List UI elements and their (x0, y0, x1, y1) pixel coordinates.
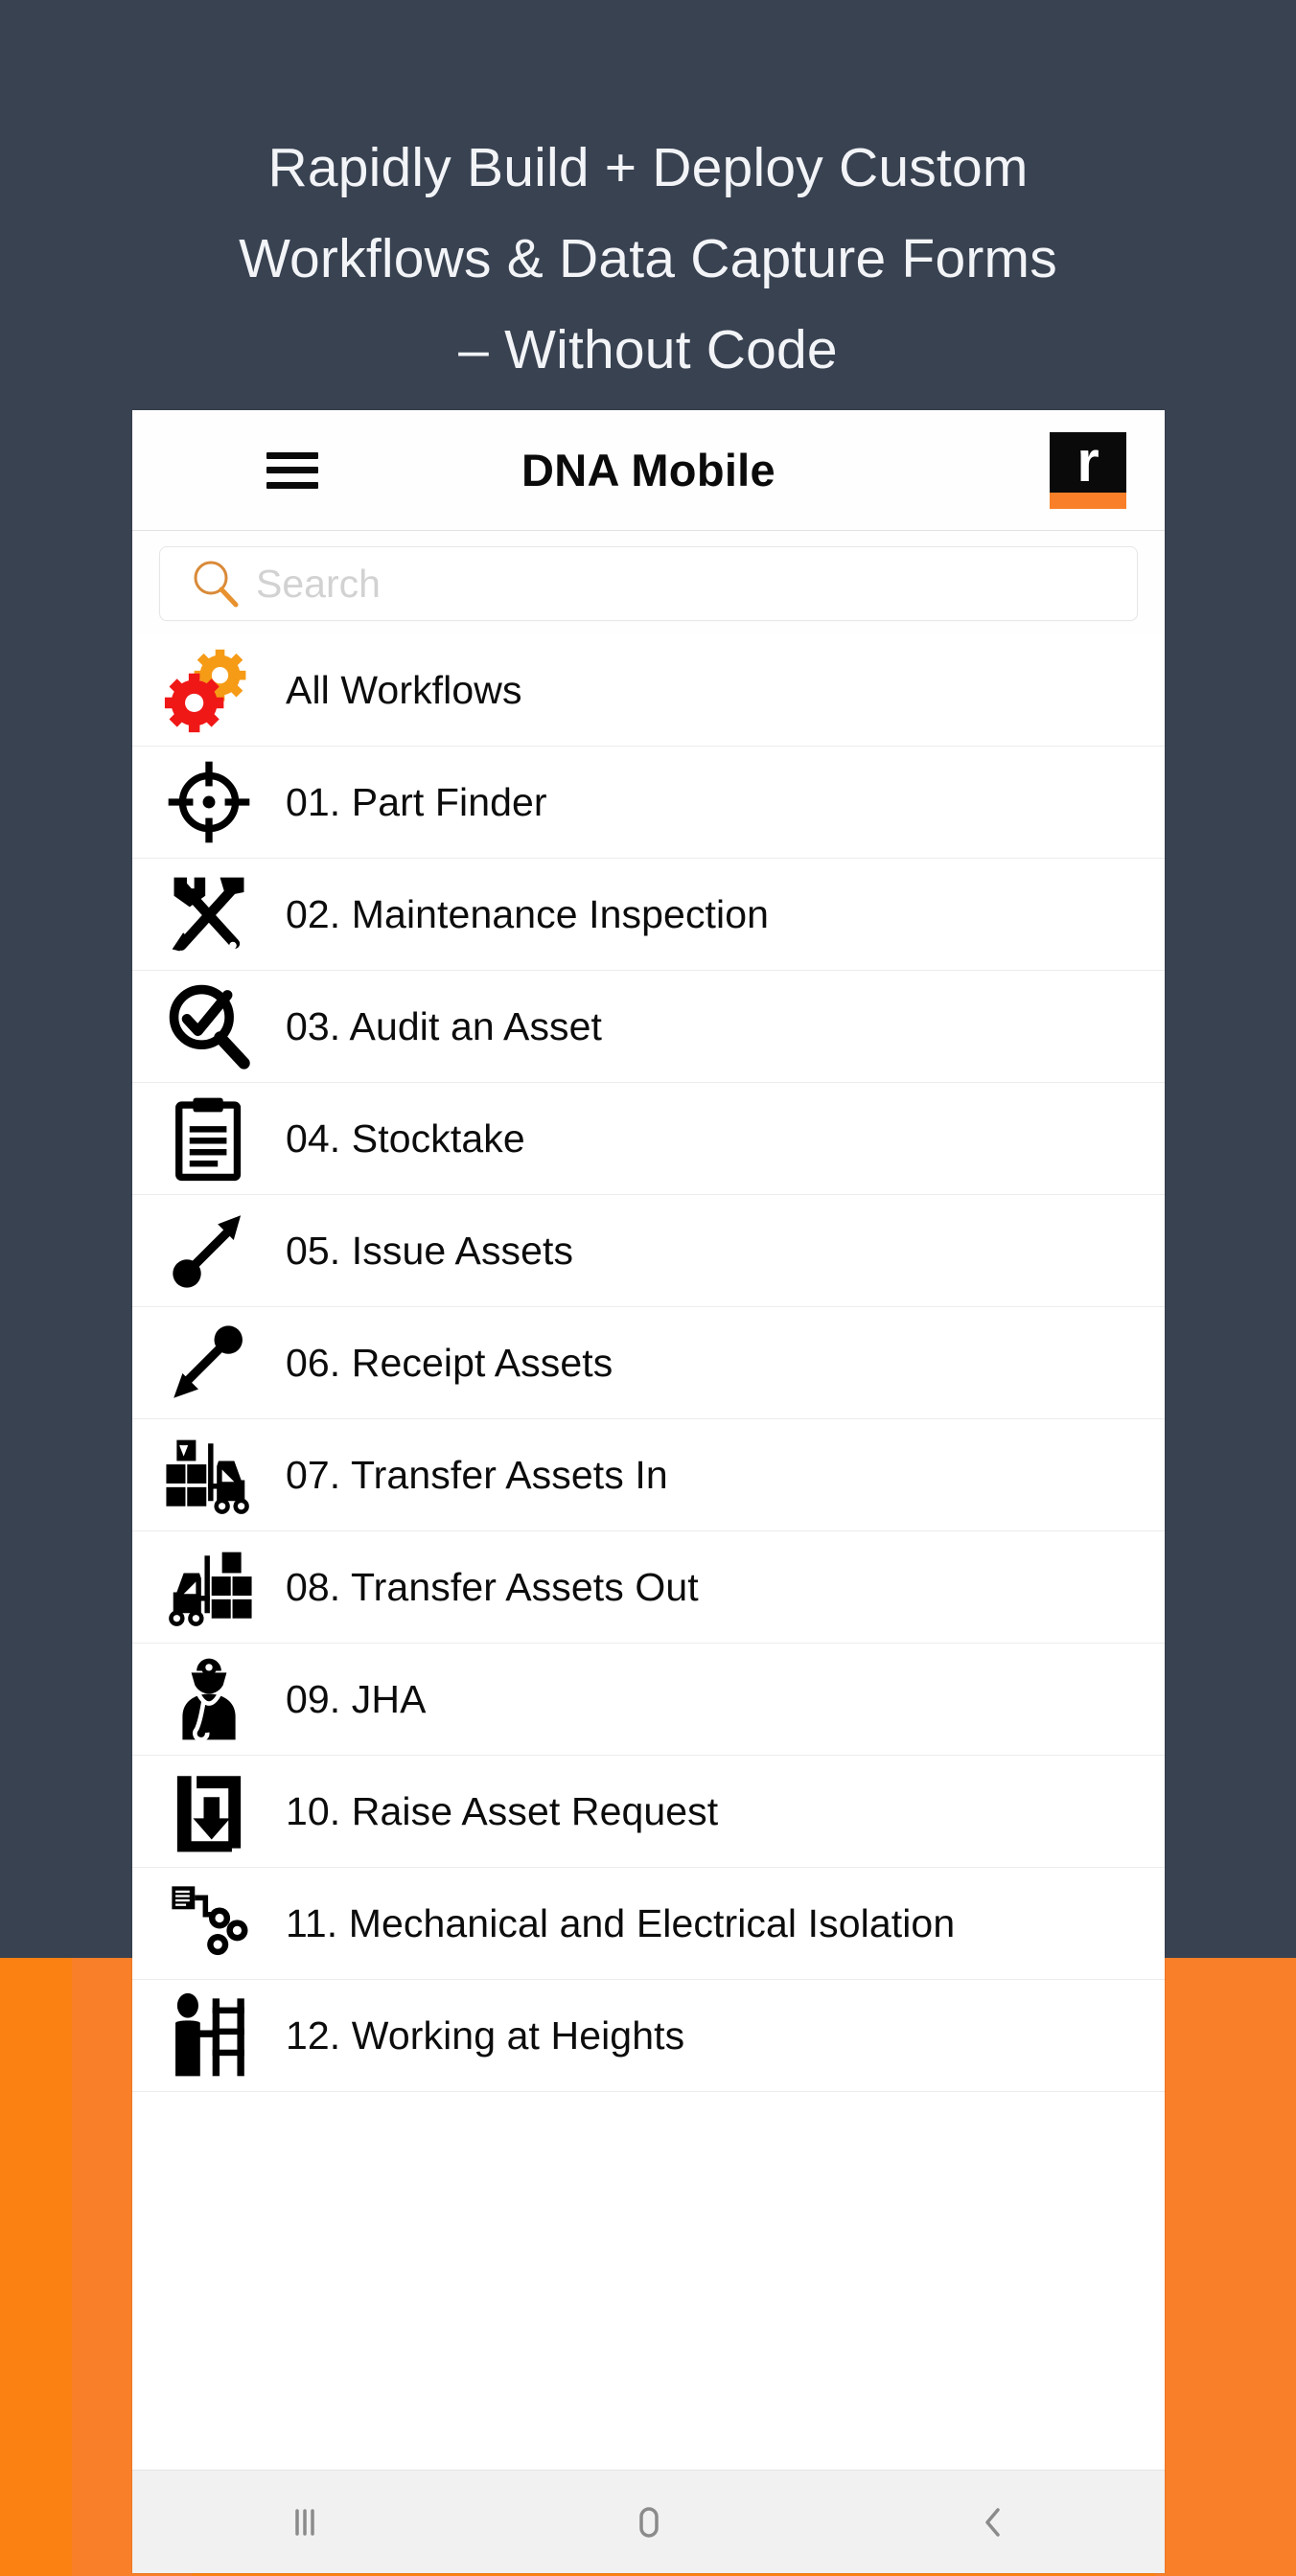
list-item-label: 04. Stocktake (286, 1116, 525, 1161)
list-item-label: 05. Issue Assets (286, 1228, 574, 1273)
list-item-label: 02. Maintenance Inspection (286, 891, 770, 936)
list-item-label: 01. Part Finder (286, 779, 547, 824)
list-item[interactable]: 01. Part Finder (132, 747, 1165, 859)
list-item[interactable]: All Workflows (132, 634, 1165, 747)
brand-logo: r (1050, 431, 1126, 509)
hamburger-icon[interactable] (266, 451, 318, 489)
list-item-label: 12. Working at Heights (286, 2012, 685, 2058)
wrench-screwdriver-icon (132, 866, 286, 962)
list-item[interactable]: 05. Issue Assets (132, 1195, 1165, 1307)
android-nav-bar (132, 2470, 1165, 2573)
page-headline: Rapidly Build + Deploy Custom Workflows … (239, 137, 1057, 380)
gears-icon (132, 642, 286, 738)
download-box-icon (132, 1763, 286, 1859)
list-item[interactable]: 02. Maintenance Inspection (132, 859, 1165, 971)
list-item[interactable]: 11. Mechanical and Electrical Isolation (132, 1868, 1165, 1980)
arrow-in-icon (132, 1315, 286, 1411)
workflow-list: All Workflows 01. Part Finder 02. Mainte… (132, 634, 1165, 2092)
forklift-out-icon (132, 1539, 286, 1635)
search-area (132, 531, 1165, 634)
list-item-label: 03. Audit an Asset (286, 1003, 603, 1048)
logo-letter: r (1076, 431, 1099, 494)
crosshair-target-icon (132, 754, 286, 850)
list-item[interactable]: 07. Transfer Assets In (132, 1419, 1165, 1531)
list-item[interactable]: 03. Audit an Asset (132, 971, 1165, 1083)
list-item-label: 06. Receipt Assets (286, 1340, 613, 1385)
search-input[interactable] (256, 561, 1137, 607)
list-item-label: 09. JHA (286, 1676, 427, 1721)
list-item-label: 07. Transfer Assets In (286, 1452, 668, 1497)
logo-orange-bar (1050, 492, 1126, 509)
phone-mockup: DNA Mobile r Search All Workflows 01. Pa… (132, 410, 1165, 2573)
search-box[interactable] (159, 546, 1138, 621)
list-item[interactable]: 12. Working at Heights (132, 1980, 1165, 2092)
magnifier-check-icon (132, 978, 286, 1074)
orange-stripe-right (1155, 1958, 1296, 2576)
recent-apps-icon[interactable] (247, 2489, 362, 2556)
list-item-label: 08. Transfer Assets Out (286, 1564, 699, 1609)
list-item[interactable]: 06. Receipt Assets (132, 1307, 1165, 1419)
search-icon (194, 561, 239, 608)
app-bar: DNA Mobile r (132, 410, 1165, 531)
list-item-label: 11. Mechanical and Electrical Isolation (286, 1900, 956, 1945)
list-item[interactable]: 10. Raise Asset Request (132, 1756, 1165, 1868)
list-item-label: 10. Raise Asset Request (286, 1788, 719, 1833)
ladder-worker-icon (132, 1988, 286, 2083)
back-icon[interactable] (936, 2489, 1051, 2556)
clipboard-icon (132, 1091, 286, 1186)
home-icon[interactable] (591, 2489, 706, 2556)
list-item-label: All Workflows (286, 667, 522, 712)
list-item[interactable]: 08. Transfer Assets Out (132, 1531, 1165, 1644)
forklift-in-icon (132, 1427, 286, 1523)
isolation-gears-icon (132, 1875, 286, 1971)
worker-icon (132, 1651, 286, 1747)
list-item[interactable]: 04. Stocktake (132, 1083, 1165, 1195)
list-item[interactable]: 09. JHA (132, 1644, 1165, 1756)
arrow-out-icon (132, 1203, 286, 1299)
